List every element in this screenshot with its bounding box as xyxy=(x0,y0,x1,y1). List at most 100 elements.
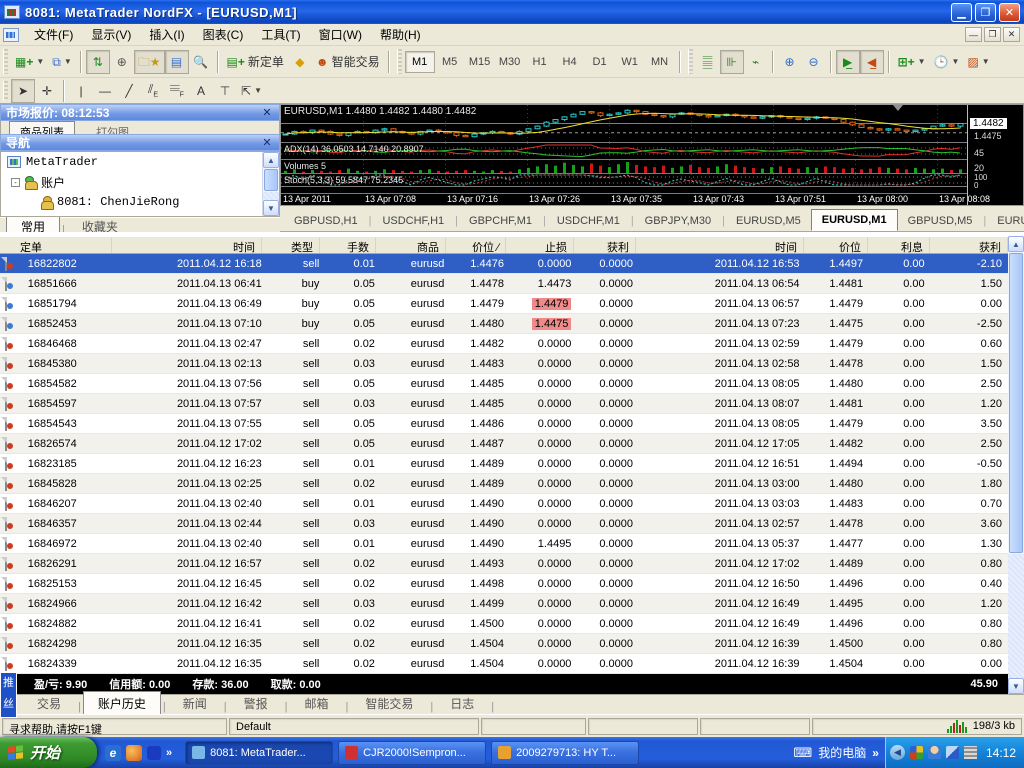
history-row-16823185[interactable]: 168231852011.04.12 16:23sell0.01eurusd1.… xyxy=(0,454,1008,474)
navigator-button[interactable]: 🗀★ xyxy=(134,50,165,74)
chart-tab-gbpjpym30[interactable]: GBPJPY,M30 xyxy=(635,211,721,231)
text-label-button[interactable]: ⊤ xyxy=(213,79,237,103)
taskbar-task-2[interactable]: 2009279713: HY T... xyxy=(491,741,639,765)
column-header-3[interactable]: 手数 xyxy=(320,237,376,253)
column-header-6[interactable]: 止损 xyxy=(506,237,574,253)
column-header-11[interactable]: 获利 xyxy=(930,237,1008,253)
trendline-button[interactable]: ╱ xyxy=(117,79,141,103)
navigator-close-icon[interactable]: ✕ xyxy=(260,136,274,149)
bar-chart-button[interactable]: 𝄛 xyxy=(696,50,720,74)
chart-tab-eurusdm5[interactable]: EURUSD,M5 xyxy=(726,211,811,231)
status-profile[interactable]: Default xyxy=(229,718,479,735)
chart-tab-gbpchfm1[interactable]: GBPCHF,M1 xyxy=(459,211,542,231)
text-button[interactable]: A xyxy=(189,79,213,103)
maximize-button[interactable]: ❐ xyxy=(975,3,996,22)
quick-launch-overflow-icon[interactable]: » xyxy=(166,747,172,759)
history-row-16826574[interactable]: 168265742011.04.12 17:02sell0.05eurusd1.… xyxy=(0,434,1008,454)
timeframe-mn[interactable]: MN xyxy=(645,51,675,73)
history-row-16824882[interactable]: 168248822011.04.12 16:41sell0.02eurusd1.… xyxy=(0,614,1008,634)
history-row-16824966[interactable]: 168249662011.04.12 16:42sell0.03eurusd1.… xyxy=(0,594,1008,614)
history-row-16822802[interactable]: 168228022011.04.12 16:18sell0.01eurusd1.… xyxy=(0,254,1008,274)
expert-advisors-button[interactable]: ☻智能交易 xyxy=(312,50,384,74)
line-chart-button[interactable]: ⌁ xyxy=(744,50,768,74)
history-row-16854597[interactable]: 168545972011.04.13 07:57sell0.03eurusd1.… xyxy=(0,394,1008,414)
history-row-16851666[interactable]: 168516662011.04.13 06:41buy0.05eurusd1.4… xyxy=(0,274,1008,294)
timeframe-d1[interactable]: D1 xyxy=(585,51,615,73)
market-watch-header[interactable]: 市场报价: 08:12:53 ✕ xyxy=(0,104,280,121)
child-restore-button[interactable]: ❐ xyxy=(984,27,1001,42)
market-watch-button[interactable]: ⇅ xyxy=(86,50,110,74)
templates-button[interactable]: ▨▼ xyxy=(963,50,993,74)
market-watch-close-icon[interactable]: ✕ xyxy=(260,106,274,119)
navigator-item-0[interactable]: MetaTrader xyxy=(1,152,279,172)
tray-chevron-icon[interactable]: ◀ xyxy=(890,745,905,760)
chart-price-scale[interactable]: 1.4482 1.4475 45 20 100 0 xyxy=(967,105,1023,205)
timeframe-h4[interactable]: H4 xyxy=(555,51,585,73)
menu-item-1[interactable]: 显示(V) xyxy=(82,23,140,46)
minimize-button[interactable]: ▁ xyxy=(951,3,972,22)
indicators-button[interactable]: ⊞+▼ xyxy=(894,50,930,74)
market-watch-tab-ticks[interactable]: 打勾图 xyxy=(86,122,139,134)
history-row-16824298[interactable]: 168242982011.04.12 16:35sell0.02eurusd1.… xyxy=(0,634,1008,654)
column-header-8[interactable]: 时间 xyxy=(636,237,804,253)
navigator-header[interactable]: 导航 ✕ xyxy=(0,134,280,151)
chart-tab-usdchfh1[interactable]: USDCHF,H1 xyxy=(372,211,454,231)
terminal-tab-6[interactable]: 日志 xyxy=(435,691,489,716)
taskbar-task-1[interactable]: CJR2000!Sempron... xyxy=(338,741,486,765)
tray-user-icon[interactable] xyxy=(928,746,941,759)
channel-button[interactable]: ⫽E xyxy=(141,79,165,103)
scroll-thumb[interactable] xyxy=(1009,253,1023,553)
history-row-16851794[interactable]: 168517942011.04.13 06:49buy0.05eurusd1.4… xyxy=(0,294,1008,314)
chart-indicator-window[interactable]: ADX(14) 36.0503 14.7140 20.8907 xyxy=(281,143,967,160)
column-header-1[interactable]: 时间 xyxy=(112,237,262,253)
scroll-up-icon[interactable]: ▲ xyxy=(1008,236,1024,252)
history-row-16824339[interactable]: 168243392011.04.12 16:35sell0.02eurusd1.… xyxy=(0,654,1008,674)
desktop-label[interactable]: 我的电脑 xyxy=(818,744,866,761)
auto-scroll-button[interactable]: ▶̲ xyxy=(836,50,860,74)
terminal-scrollbar[interactable]: ▲ ▼ xyxy=(1008,236,1024,694)
zoom-in-button[interactable]: ⊕ xyxy=(778,50,802,74)
fibonacci-button[interactable]: 𝄘F xyxy=(165,79,189,103)
terminal-tab-3[interactable]: 警报 xyxy=(229,691,283,716)
chart-shift-button[interactable]: ◀̲ xyxy=(860,50,884,74)
cursor-button[interactable]: ➤ xyxy=(11,79,35,103)
menu-item-6[interactable]: 帮助(H) xyxy=(371,23,430,46)
important-button[interactable]: ◆ xyxy=(288,50,312,74)
menu-item-5[interactable]: 窗口(W) xyxy=(310,23,371,46)
periods-button[interactable]: 🕒▼ xyxy=(930,50,964,74)
column-header-4[interactable]: 商品 xyxy=(376,237,446,253)
column-header-0[interactable]: 定单 xyxy=(16,237,112,253)
column-header-2[interactable]: 类型 xyxy=(262,237,320,253)
toolbar-grip[interactable] xyxy=(3,49,8,74)
child-minimize-button[interactable]: — xyxy=(965,27,982,42)
chart-tab-eurusdm[interactable]: EURUSD,M xyxy=(987,211,1024,231)
timeframe-m30[interactable]: M30 xyxy=(495,51,525,73)
chart-tab-usdchfm1[interactable]: USDCHF,M1 xyxy=(547,211,630,231)
vertical-line-button[interactable]: | xyxy=(69,79,93,103)
history-row-16846207[interactable]: 168462072011.04.13 02:40sell0.01eurusd1.… xyxy=(0,494,1008,514)
navigator-item-1[interactable]: -账户 xyxy=(1,172,279,192)
terminal-tab-5[interactable]: 智能交易 xyxy=(350,691,428,716)
column-header-5[interactable]: 价位 ∕ xyxy=(446,237,506,253)
history-row-16826291[interactable]: 168262912011.04.12 16:57sell0.02eurusd1.… xyxy=(0,554,1008,574)
navigator-item-2[interactable]: 8081: ChenJieRong xyxy=(1,192,279,212)
taskbar-task-0[interactable]: 8081: MetaTrader... xyxy=(185,741,333,765)
history-row-16854543[interactable]: 168545432011.04.13 07:55sell0.05eurusd1.… xyxy=(0,414,1008,434)
history-row-16845380[interactable]: 168453802011.04.13 02:13sell0.03eurusd1.… xyxy=(0,354,1008,374)
menu-item-0[interactable]: 文件(F) xyxy=(25,23,82,46)
strategy-tester-button[interactable]: 🔍 xyxy=(189,50,213,74)
timeframe-m1[interactable]: M1 xyxy=(405,51,435,73)
navigator-scrollbar[interactable]: ▲ ▼ xyxy=(262,152,279,216)
menu-item-4[interactable]: 工具(T) xyxy=(252,23,309,46)
scroll-up-icon[interactable]: ▲ xyxy=(263,152,279,168)
tray-network-icon[interactable] xyxy=(946,746,959,759)
tray-app-icon[interactable] xyxy=(910,746,923,759)
child-close-button[interactable]: ✕ xyxy=(1003,27,1020,42)
menu-item-2[interactable]: 插入(I) xyxy=(140,23,193,46)
toolbar-grip[interactable] xyxy=(3,81,8,101)
terminal-tab-4[interactable]: 邮箱 xyxy=(290,691,344,716)
history-row-16854582[interactable]: 168545822011.04.13 07:56sell0.05eurusd1.… xyxy=(0,374,1008,394)
timeframe-h1[interactable]: H1 xyxy=(525,51,555,73)
desktop-overflow-icon[interactable]: » xyxy=(872,746,879,760)
history-row-16846357[interactable]: 168463572011.04.13 02:44sell0.03eurusd1.… xyxy=(0,514,1008,534)
